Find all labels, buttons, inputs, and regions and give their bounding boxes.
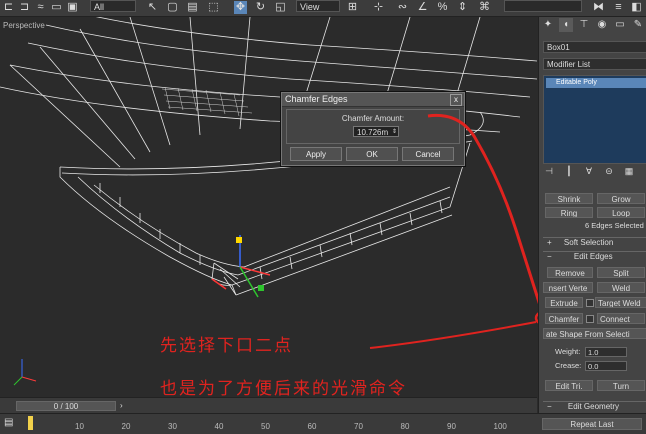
modifier-stack: Editable Poly xyxy=(543,75,646,164)
edit-geometry-label: Edit Geometry xyxy=(567,402,620,411)
timeline-tick-label: 10 xyxy=(75,422,84,431)
stack-item-label: Editable Poly xyxy=(556,79,597,86)
edit-edges-rollout[interactable]: − Edit Edges xyxy=(543,251,646,262)
display-tab-icon[interactable]: ▭ xyxy=(613,18,627,32)
plus-icon: + xyxy=(547,238,552,247)
ring-button[interactable]: Ring xyxy=(545,207,593,218)
remove-modifier-icon[interactable]: ⊝ xyxy=(603,165,615,177)
timeline-tick-label: 100 xyxy=(493,422,507,431)
timeline-tick-label: 30 xyxy=(168,422,177,431)
key-icon[interactable]: ▤ xyxy=(4,417,13,428)
target-weld-button[interactable]: Target Weld xyxy=(595,297,646,308)
soft-selection-rollout[interactable]: + Soft Selection xyxy=(543,237,646,248)
modify-tab-icon[interactable]: ◖ xyxy=(559,18,573,32)
weight-label: Weight: xyxy=(555,347,581,356)
insert-vertex-button[interactable]: nsert Verte xyxy=(543,282,593,293)
timeline-tick-label: 60 xyxy=(307,422,317,431)
selection-status: 6 Edges Selected xyxy=(585,221,644,230)
edit-geometry-rollout[interactable]: − Edit Geometry xyxy=(543,401,646,412)
stack-tools: ⊣ ┃ ∀ ⊝ ▦ xyxy=(543,165,646,179)
chamfer-settings-icon[interactable] xyxy=(586,315,594,323)
grow-button[interactable]: Grow xyxy=(597,193,645,204)
crease-spinner[interactable]: 0.0 xyxy=(585,361,627,371)
minus-icon: − xyxy=(547,252,552,261)
annotation-line-1: 先选择下口二点 xyxy=(160,336,293,356)
time-slider-bar: 0 / 100 › xyxy=(0,397,537,414)
modifier-list-dropdown[interactable]: Modifier List xyxy=(543,58,646,70)
make-unique-icon[interactable]: ∀ xyxy=(583,165,595,177)
show-end-result-icon[interactable]: ┃ xyxy=(563,165,575,177)
extrude-settings-icon[interactable] xyxy=(586,299,594,307)
timeline-tick-label: 40 xyxy=(214,422,224,431)
hierarchy-tab-icon[interactable]: ⊤ xyxy=(577,18,591,32)
time-slider[interactable]: 0 / 100 xyxy=(16,401,116,411)
minus-icon: − xyxy=(547,402,552,411)
turn-button[interactable]: Turn xyxy=(597,380,645,391)
command-panel-tabs: ✦ ◖ ⊤ ◉ ▭ ✎ xyxy=(539,18,646,32)
timeline-tick-label: 80 xyxy=(400,422,410,431)
create-tab-icon[interactable]: ✦ xyxy=(541,18,555,32)
edit-edges-label: Edit Edges xyxy=(573,252,613,261)
pin-stack-icon[interactable]: ⊣ xyxy=(543,165,555,177)
timeline-tick-label: 90 xyxy=(447,422,456,431)
configure-sets-icon[interactable]: ▦ xyxy=(623,165,635,177)
extrude-button[interactable]: Extrude xyxy=(545,297,583,308)
annotation-line-2: 也是为了方便后来的光滑命令 xyxy=(160,379,407,399)
slider-arrow-icon[interactable]: › xyxy=(120,401,123,410)
shrink-button[interactable]: Shrink xyxy=(545,193,593,204)
weld-button[interactable]: Weld xyxy=(597,282,645,293)
connect-button[interactable]: Connect xyxy=(597,313,645,324)
chamfer-button[interactable]: Chamfer xyxy=(545,313,583,324)
frame-marker-icon[interactable] xyxy=(28,416,33,430)
soft-selection-label: Soft Selection xyxy=(563,238,614,247)
create-shape-button[interactable]: ate Shape From Selecti xyxy=(543,328,646,339)
loop-button[interactable]: Loop xyxy=(597,207,645,218)
utilities-tab-icon[interactable]: ✎ xyxy=(631,18,645,32)
motion-tab-icon[interactable]: ◉ xyxy=(595,18,609,32)
crease-label: Crease: xyxy=(555,361,582,370)
remove-button[interactable]: Remove xyxy=(547,267,593,278)
crease-value: 0.0 xyxy=(588,362,599,371)
repeat-last-button[interactable]: Repeat Last xyxy=(542,418,642,430)
time-position: 0 / 100 xyxy=(53,402,79,411)
edit-tri-button[interactable]: Edit Tri. xyxy=(545,380,593,391)
trackbar[interactable]: ▤ 10 20 30 40 50 60 70 80 90 100 Repeat Last xyxy=(0,413,646,434)
split-button[interactable]: Split xyxy=(597,267,645,278)
command-panel: ✦ ◖ ⊤ ◉ ▭ ✎ Box01 Modifier List Editable… xyxy=(538,17,646,413)
weight-spinner[interactable]: 1.0 xyxy=(585,347,627,357)
timeline-tick-label: 50 xyxy=(261,422,270,431)
timeline-tick-label: 20 xyxy=(121,422,131,431)
weight-value: 1.0 xyxy=(588,348,599,357)
stack-item-editable-poly[interactable]: Editable Poly xyxy=(546,78,646,88)
timeline-tick-label: 70 xyxy=(354,422,363,431)
object-name-field[interactable]: Box01 xyxy=(543,41,646,53)
